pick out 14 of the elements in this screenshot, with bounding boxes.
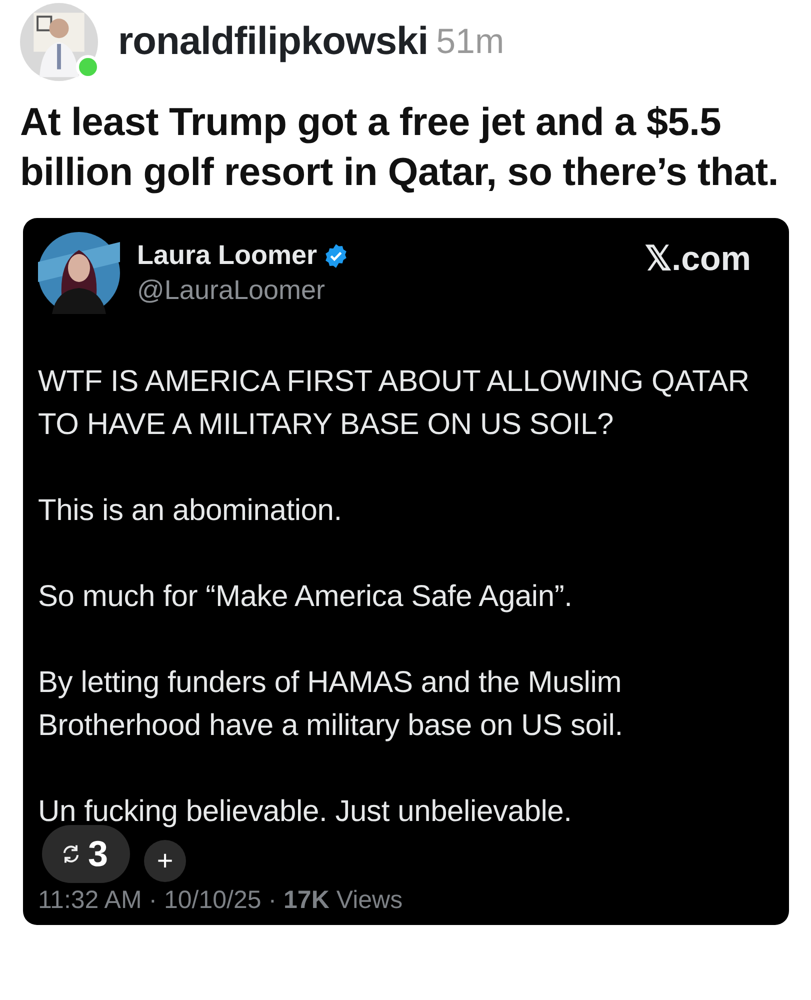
embedded-post-card[interactable] bbox=[23, 218, 789, 925]
tweet-paragraph: WTF IS AMERICA FIRST ABOUT ALLOWING QATAR TO HAVE A MILITARY BASE ON US SOIL? bbox=[38, 364, 750, 443]
repost-count-button[interactable]: 3 bbox=[42, 825, 130, 883]
source-label: 𝕏.com bbox=[644, 239, 752, 279]
username[interactable]: ronaldfilipkowski bbox=[118, 20, 428, 64]
author-handle[interactable]: @LauraLoomer bbox=[137, 275, 350, 306]
post-time: 51m bbox=[436, 22, 504, 62]
add-button[interactable]: + bbox=[144, 840, 186, 882]
post-text: At least Trump got a free jet and a $5.5 billion golf resort in Qatar, so there’s that. bbox=[20, 100, 780, 196]
tweet-paragraph: This is an abomination. bbox=[38, 493, 343, 529]
tweet-paragraph: By letting funders of HAMAS and the Muslim Brotherhood have a military base on US soil. bbox=[38, 665, 624, 744]
tweet-paragraph: So much for “Make America Safe Again”. bbox=[38, 579, 574, 615]
tweet-metadata: 11:32 AM · 10/10/25 · 17K Views bbox=[38, 886, 403, 915]
author-name[interactable]: Laura Loomer bbox=[137, 240, 318, 271]
